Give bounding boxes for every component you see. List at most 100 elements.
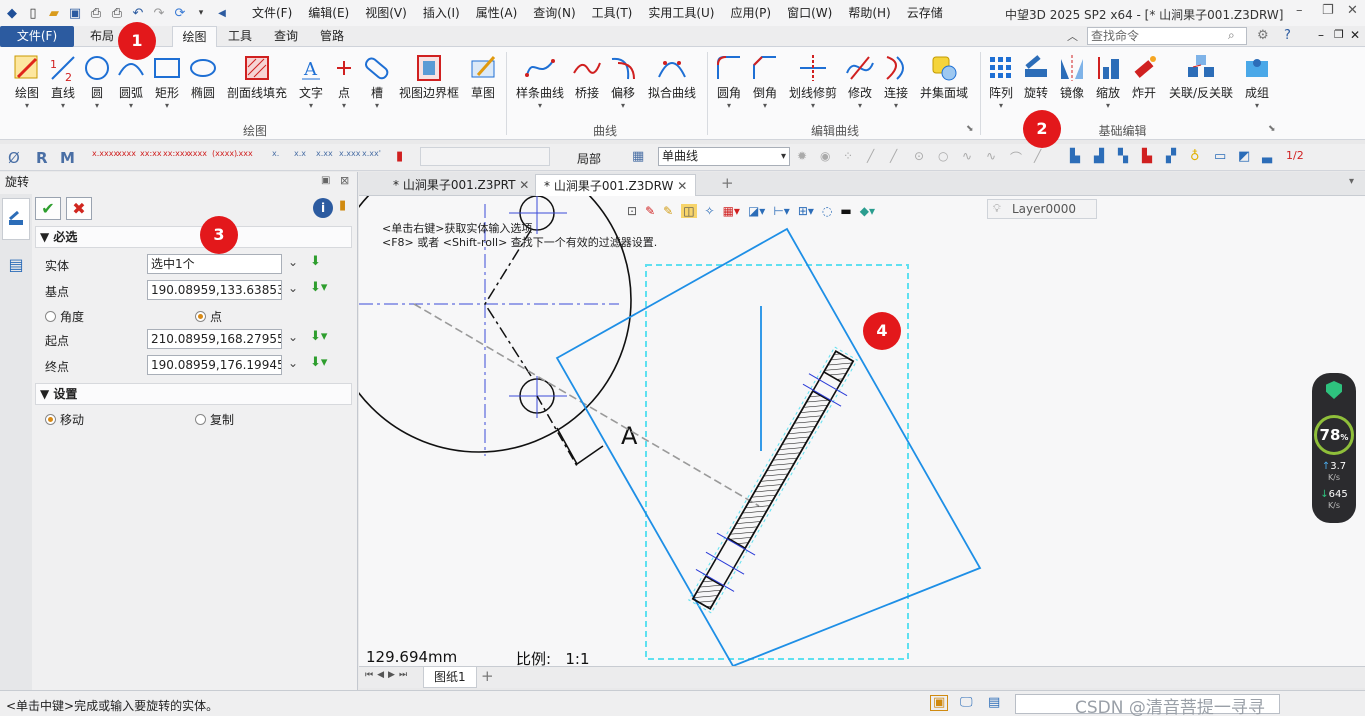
menu-file[interactable]: 文件(F) xyxy=(244,0,300,26)
view-tool-icon[interactable]: ▞ xyxy=(1166,149,1176,164)
menu-insert[interactable]: 插入(I) xyxy=(415,0,468,26)
pick-entity-icon[interactable]: ⬇ xyxy=(310,254,321,269)
tab-drawing[interactable]: 绘图 xyxy=(172,26,217,48)
status-list-icon[interactable]: ▤ xyxy=(988,695,1000,710)
circle-button[interactable]: 圆 ▾ xyxy=(82,51,112,111)
snap-icon[interactable]: ∿ xyxy=(962,149,972,163)
add-sheet-plus-icon[interactable]: + xyxy=(481,667,494,685)
end-point-field[interactable]: 190.08959,176.19945 xyxy=(147,355,282,375)
settings-gear-icon[interactable]: ⚙ xyxy=(1257,28,1269,43)
radius-icon[interactable]: R xyxy=(36,149,48,167)
union-region-button[interactable]: 并集面域 xyxy=(917,51,971,101)
precision-icon[interactable]: xx:xxx xyxy=(163,149,189,158)
save-icon[interactable]: ▣ xyxy=(67,5,83,21)
sheet-nav-icons[interactable]: ⏮◀▶⏭ xyxy=(365,670,411,680)
sketch-button[interactable]: 草图 xyxy=(466,51,500,101)
help-icon[interactable]: ? xyxy=(1284,28,1291,43)
decimal-icon[interactable]: x.x xyxy=(294,149,306,158)
view-tool-icon[interactable]: ◩ xyxy=(1238,149,1250,164)
close-tab-icon[interactable]: ✕ xyxy=(519,178,529,192)
decimal-icon[interactable]: x.xx' xyxy=(362,149,381,158)
fit-view-icon[interactable]: ⊡ xyxy=(627,204,637,218)
app-logo-icon[interactable]: ◆ xyxy=(4,5,20,21)
print-icon[interactable]: ⎙ xyxy=(88,5,104,21)
view-tool-icon[interactable]: ▚ xyxy=(1118,149,1128,164)
cancel-button[interactable]: ✖ xyxy=(66,197,92,220)
panel-expand-icon[interactable]: ▮ xyxy=(339,198,346,213)
snap-icon[interactable]: ⊙ xyxy=(914,149,924,163)
entity-field[interactable]: 选中1个 xyxy=(147,254,282,274)
brush-icon[interactable]: ✎ xyxy=(663,204,673,218)
snap-icon[interactable]: ⌒ xyxy=(1010,149,1022,166)
bridge-button[interactable]: 桥接 xyxy=(572,51,602,101)
required-section-header[interactable]: ▼ 必选 xyxy=(35,226,352,248)
mirror-button[interactable]: 镜像 xyxy=(1057,51,1087,101)
connect-button[interactable]: 连接 ▾ xyxy=(881,51,911,111)
decimal-icon[interactable]: x.xxx xyxy=(339,149,360,158)
chevron-double-down-icon[interactable]: ⌄ xyxy=(288,255,298,269)
collapse-ribbon-icon[interactable]: ︿ xyxy=(1067,28,1078,44)
history-tab-icon[interactable]: ▤ xyxy=(4,252,28,276)
paint-icon[interactable]: ✎ xyxy=(645,204,655,218)
drawing-canvas[interactable]: A <单击右键>获取实体输入选项 <F8> 或者 <Shift-roll> 查找… xyxy=(359,196,1365,668)
maximize-icon[interactable]: ❐ xyxy=(1322,3,1334,18)
snap-icon[interactable]: ╱ xyxy=(867,149,874,163)
precision-icon[interactable]: x.xxxx xyxy=(92,149,118,158)
new-tab-plus-icon[interactable]: + xyxy=(721,174,734,192)
chevron-double-down-icon[interactable]: ⌄ xyxy=(288,281,298,295)
arc-button[interactable]: 圆弧 ▾ xyxy=(114,51,148,111)
array-button[interactable]: 阵列 ▾ xyxy=(986,51,1016,111)
regen-icon[interactable]: ⟳ xyxy=(172,5,188,21)
customize-dropdown-icon[interactable]: ▾ xyxy=(193,5,209,21)
dimension-icon[interactable]: ⊢▾ xyxy=(773,204,789,218)
rotate-tab-icon[interactable] xyxy=(2,198,30,240)
search-icon[interactable]: ⌕ xyxy=(1228,28,1235,43)
tab-file[interactable]: 文件(F) xyxy=(0,26,74,47)
m-dimension-icon[interactable]: M xyxy=(60,149,75,167)
menu-tools[interactable]: 工具(T) xyxy=(584,0,641,26)
view-tool-icon[interactable]: ▭ xyxy=(1214,149,1226,164)
decimal-icon[interactable]: x. xyxy=(272,149,279,158)
doc-tab-drawing[interactable]: * 山涧果子001.Z3DRW ✕ xyxy=(535,174,697,196)
open-folder-icon[interactable]: ▰ xyxy=(46,5,62,21)
diameter-icon[interactable]: Ø xyxy=(8,149,20,167)
doc-minimize-icon[interactable]: – xyxy=(1318,28,1324,42)
snap-icon[interactable]: ⁘ xyxy=(843,149,853,163)
view-tool-icon[interactable]: ▟ xyxy=(1094,149,1104,164)
menu-help[interactable]: 帮助(H) xyxy=(840,0,898,26)
line-button[interactable]: 12 直线 ▾ xyxy=(48,51,78,111)
rectangle-button[interactable]: 矩形 ▾ xyxy=(152,51,182,111)
precision-icon[interactable]: xx:xx xyxy=(140,149,162,158)
view-boundary-button[interactable]: 视图边界框 xyxy=(396,51,462,101)
doc-tab-part[interactable]: * 山涧果子001.Z3PRT ✕ xyxy=(385,174,537,196)
bulb-icon[interactable]: 💡︎ xyxy=(993,202,1001,216)
pick-point-icon[interactable]: ⬇▾ xyxy=(310,355,327,370)
filter-icon[interactable]: ▦ xyxy=(632,149,644,164)
offset-button[interactable]: 偏移 ▾ xyxy=(608,51,638,111)
menu-inquire[interactable]: 查询(N) xyxy=(525,0,583,26)
mode-angle-radio[interactable]: 角度 xyxy=(45,308,84,325)
rotate-button[interactable]: 旋转 xyxy=(1021,51,1051,101)
menu-edit[interactable]: 编辑(E) xyxy=(300,0,357,26)
modify-button[interactable]: 修改 ▾ xyxy=(845,51,875,111)
undo-icon[interactable]: ↶ xyxy=(130,5,146,21)
panel-close-icon[interactable]: ⊠ xyxy=(340,174,349,187)
snap-icon[interactable]: ◉ xyxy=(820,149,830,163)
ellipse-button[interactable]: 椭圆 xyxy=(188,51,218,101)
minimize-icon[interactable]: – xyxy=(1296,3,1303,18)
tab-piping[interactable]: 管路 xyxy=(312,26,352,47)
spline-button[interactable]: 样条曲线 ▾ xyxy=(513,51,567,111)
menu-utilities[interactable]: 实用工具(U) xyxy=(640,0,722,26)
panel-pin-icon[interactable]: ▣ xyxy=(321,175,330,186)
copy-radio[interactable]: 复制 xyxy=(195,411,234,428)
fillet-button[interactable]: 圆角 ▾ xyxy=(712,51,746,111)
tab-tools[interactable]: 工具 xyxy=(222,26,258,47)
snap-icon[interactable]: ○ xyxy=(938,149,948,163)
group-launcher-icon[interactable]: ⬊ xyxy=(966,124,974,134)
snap-icon[interactable]: ╱ xyxy=(1034,149,1041,163)
style-icon[interactable]: ⊞▾ xyxy=(798,204,814,218)
slot-button[interactable]: 槽 ▾ xyxy=(360,51,394,111)
print-preview-icon[interactable]: ⎙ xyxy=(109,5,125,21)
confirm-button[interactable]: ✔ xyxy=(35,197,61,220)
fit-curve-button[interactable]: 拟合曲线 xyxy=(645,51,699,101)
